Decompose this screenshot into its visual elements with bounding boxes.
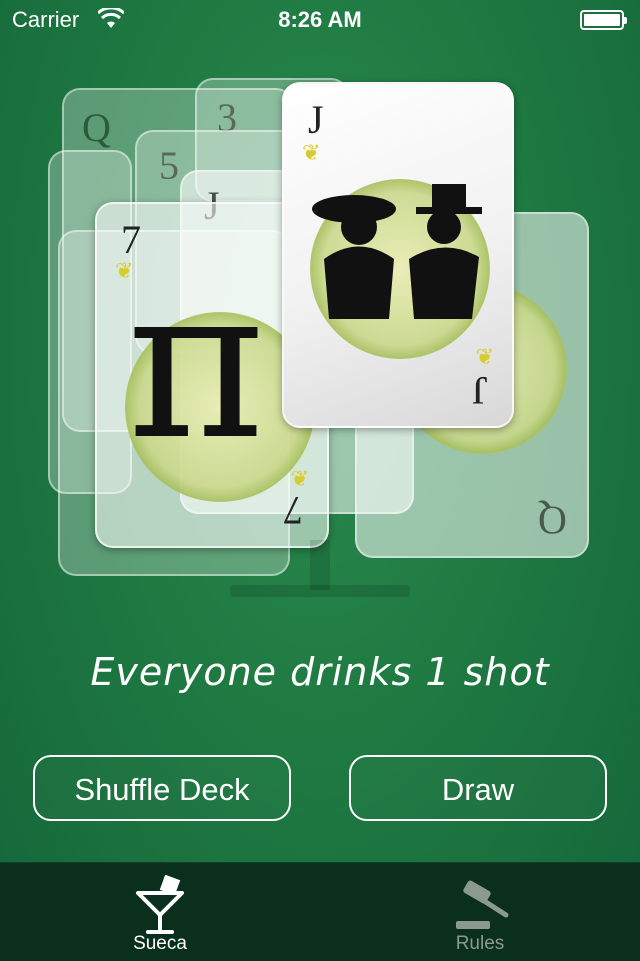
card-rank: J	[308, 97, 324, 142]
couple-silhouette-icon	[312, 184, 482, 319]
cocktail-glass-icon	[136, 875, 184, 934]
lemon-icon: ❦	[302, 140, 321, 165]
card-rank: Q	[82, 105, 111, 150]
shuffle-deck-button[interactable]: Shuffle Deck	[33, 755, 291, 821]
card-rank: 7	[283, 488, 303, 533]
drink-message: Everyone drinks 1 shot	[90, 650, 550, 694]
card-rank: J	[472, 368, 488, 413]
card-stack: Q 3 5 J Q 7 ❦ π ❦ 7 J ❦ ❦	[0, 60, 640, 620]
tab-bar: Sueca Rules	[0, 862, 640, 961]
card-jack[interactable]: J ❦ ❦ J	[282, 82, 514, 428]
tab-rules-label: Rules	[455, 933, 505, 954]
pi-symbol-icon: π	[127, 241, 266, 486]
tab-sueca[interactable]: Sueca	[0, 863, 320, 961]
status-bar: Carrier 8:26 AM	[0, 0, 640, 40]
draw-button[interactable]: Draw	[349, 755, 607, 821]
status-time: 8:26 AM	[278, 7, 362, 32]
card-rank: Q	[538, 498, 567, 543]
tab-rules[interactable]: Rules	[320, 863, 640, 961]
gavel-icon	[456, 880, 509, 929]
card-rank: 5	[159, 143, 179, 188]
battery-icon	[580, 10, 627, 30]
tree-emblem-icon	[230, 540, 410, 597]
tab-sueca-label: Sueca	[133, 933, 187, 954]
